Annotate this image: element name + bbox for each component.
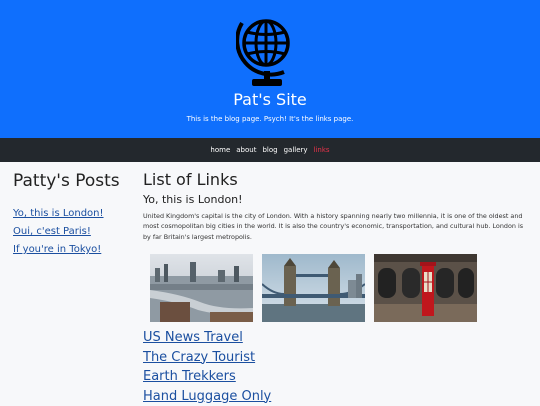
nav-gallery-link[interactable]: gallery [284, 146, 308, 155]
link-hand-luggage-only[interactable]: Hand Luggage Only [143, 387, 271, 406]
site-header: Pat's Site This is the blog page. Psych!… [0, 0, 540, 138]
post-list-item: Oui, c'est Paris! [13, 222, 133, 238]
red-phone-box-photo [374, 254, 477, 322]
sidebar-heading: Patty's Posts [13, 170, 133, 192]
nav-home-link[interactable]: home [210, 146, 230, 155]
main-navbar: home about blog gallery links [0, 138, 540, 162]
section-heading: Yo, this is London! [143, 192, 528, 207]
site-title: Pat's Site [0, 90, 540, 110]
globe-icon [236, 9, 302, 91]
london-skyline-photo [150, 254, 253, 322]
post-list-item: If you're in Tokyo! [13, 240, 133, 256]
photo-row [150, 254, 490, 322]
link-earth-trekkers[interactable]: Earth Trekkers [143, 367, 271, 387]
link-list: US News Travel The Crazy Tourist Earth T… [143, 328, 271, 406]
sidebar: Patty's Posts Yo, this is London! Oui, c… [13, 170, 133, 258]
post-link-tokyo[interactable]: If you're in Tokyo! [13, 244, 101, 255]
link-us-news-travel[interactable]: US News Travel [143, 328, 271, 348]
tower-bridge-photo [262, 254, 365, 322]
section-paragraph: United Kingdom's capital is the city of … [143, 211, 528, 242]
nav-links-link[interactable]: links [314, 146, 330, 155]
post-link-london[interactable]: Yo, this is London! [13, 208, 104, 219]
link-the-crazy-tourist[interactable]: The Crazy Tourist [143, 348, 271, 368]
nav-about-link[interactable]: about [236, 146, 256, 155]
page-title: List of Links [143, 170, 528, 190]
post-link-paris[interactable]: Oui, c'est Paris! [13, 226, 91, 237]
site-tagline: This is the blog page. Psych! It's the l… [0, 115, 540, 124]
nav-blog-link[interactable]: blog [262, 146, 277, 155]
post-list-item: Yo, this is London! [13, 204, 133, 220]
main-content: List of Links Yo, this is London! United… [143, 170, 528, 242]
post-list: Yo, this is London! Oui, c'est Paris! If… [13, 204, 133, 256]
